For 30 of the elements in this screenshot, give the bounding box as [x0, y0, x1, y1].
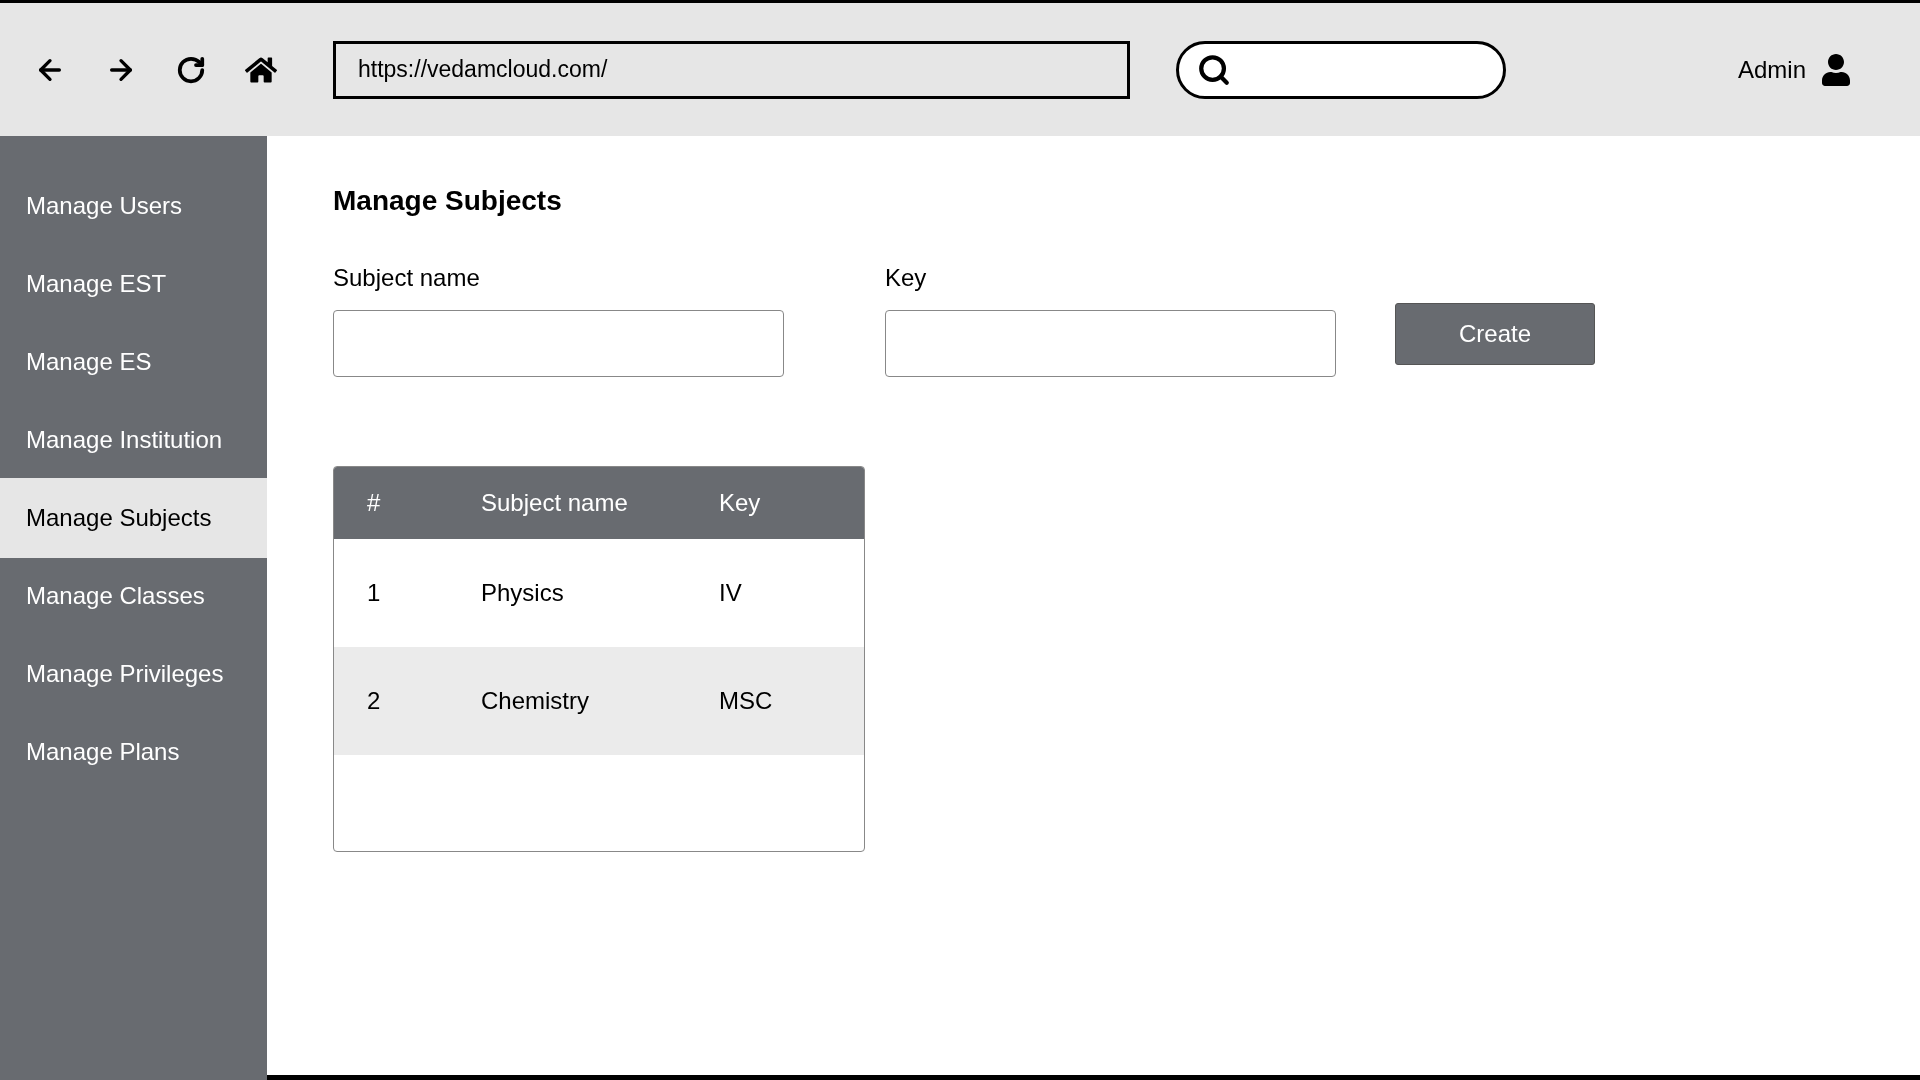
sidebar-item[interactable]: Manage Classes: [0, 556, 267, 636]
table-cell-text: 1: [367, 578, 382, 608]
user-icon[interactable]: [1820, 53, 1852, 86]
table-row[interactable]: 2 Chemistry MSC: [334, 647, 864, 755]
column-header: Subject name: [481, 488, 629, 518]
field-label: Subject name: [333, 263, 481, 293]
table-cell-text: MSC: [719, 686, 774, 716]
table-cell-text: 2: [367, 686, 382, 716]
page-title: Manage Subjects: [333, 184, 563, 218]
table-cell-text: IV: [719, 578, 743, 608]
search-icon: [1197, 52, 1231, 87]
column-header: Key: [719, 488, 762, 518]
create-button[interactable]: Create: [1395, 303, 1595, 365]
field-label: Key: [885, 263, 928, 293]
sidebar-item[interactable]: Manage ES: [0, 322, 267, 402]
sidebar-item[interactable]: Manage EST: [0, 244, 267, 324]
sidebar-item[interactable]: Manage Users: [0, 166, 267, 246]
text-field[interactable]: [885, 310, 1336, 377]
sidebar-item[interactable]: Manage Plans: [0, 712, 267, 792]
reload-icon[interactable]: [176, 54, 206, 85]
text-field[interactable]: [333, 310, 784, 377]
column-header: #: [367, 488, 382, 518]
table-cell-text: Physics: [481, 578, 565, 608]
search-field[interactable]: [1176, 40, 1506, 99]
table-cell-text: Chemistry: [481, 686, 590, 716]
sidebar-item[interactable]: Manage Privileges: [0, 634, 267, 714]
url-field[interactable]: https://vedamcloud.com/: [333, 40, 1130, 99]
sidebar-item[interactable]: Manage Subjects: [0, 478, 267, 558]
user-name: Admin: [1737, 54, 1806, 85]
sidebar-item[interactable]: Manage Institution: [0, 400, 267, 480]
